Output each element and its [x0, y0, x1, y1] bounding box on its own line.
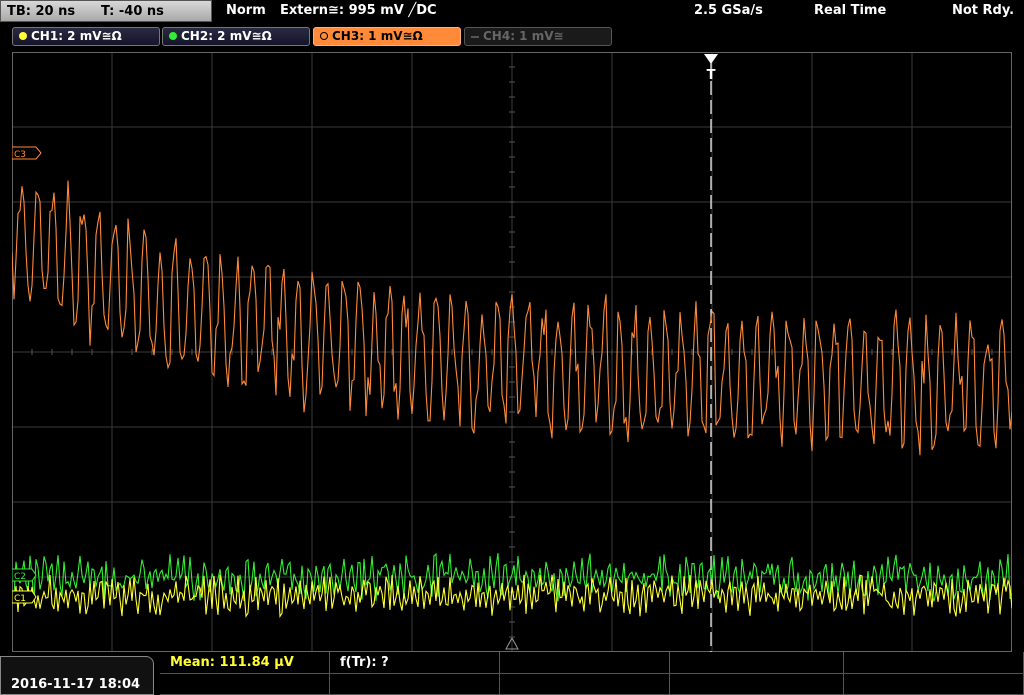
waveform-display[interactable]: T C3 C2 C1 — [12, 52, 1012, 652]
meas-cell-empty-6 — [500, 674, 670, 695]
meas-cell-empty-5 — [330, 674, 500, 695]
acquisition-mode: Real Time — [814, 3, 887, 18]
channel-tab-ch1[interactable]: CH1: 2 mV≅Ω — [12, 27, 160, 46]
meas-cell-empty-7 — [670, 674, 844, 695]
ch3-label: CH3: 1 mV≅Ω — [332, 29, 423, 43]
trigger-source[interactable]: Extern≅: 995 mV ╱DC — [280, 3, 437, 18]
ch1-offset-marker[interactable]: C1 — [12, 590, 37, 604]
ch1-color-dot — [19, 32, 27, 40]
ch1-label: CH1: 2 mV≅Ω — [31, 29, 122, 43]
ch3-marker-label: C3 — [14, 150, 26, 160]
datetime: 2016-11-17 18:04 — [11, 677, 141, 692]
ch2-offset-marker[interactable]: C2 — [12, 568, 37, 582]
frequency-measurement: f(Tr): ? — [340, 655, 389, 670]
ch4-label: CH4: 1 mV≅ — [483, 29, 564, 43]
trigger-mode[interactable]: Norm — [226, 3, 266, 18]
timebase-panel[interactable]: TB: 20 ns T: -40 ns — [0, 0, 212, 22]
meas-cell-empty-1 — [500, 652, 670, 674]
ch4-off-dash — [471, 36, 479, 38]
trigger-marker-label: T — [707, 68, 716, 83]
acquisition-status: Not Rdy. — [952, 3, 1015, 18]
bottom-bar: 2016-11-17 18:04 Mean: 111.84 µV f(Tr): … — [0, 652, 1024, 695]
meas-cell-empty-3 — [844, 652, 1024, 674]
meas-cell-empty-8 — [844, 674, 1024, 695]
ch2-color-dot — [169, 32, 177, 40]
mean-measurement: Mean: 111.84 µV — [170, 655, 294, 670]
measurement-table[interactable]: Mean: 111.84 µV f(Tr): ? — [160, 652, 1024, 695]
ch1-marker-label: C1 — [14, 594, 26, 604]
sample-rate: 2.5 GSa/s — [694, 3, 763, 18]
trigger-time-value: T: -40 ns — [101, 4, 164, 19]
channel-tab-ch4[interactable]: CH4: 1 mV≅ — [464, 27, 612, 46]
channel-tab-ch3[interactable]: CH3: 1 mV≅Ω — [313, 27, 461, 46]
top-status-bar: TB: 20 ns T: -40 ns Norm Extern≅: 995 mV… — [0, 0, 1024, 24]
ch3-offset-marker[interactable]: C3 — [12, 146, 42, 160]
datetime-panel: 2016-11-17 18:04 — [0, 656, 154, 695]
ch3-color-dot — [320, 32, 328, 40]
ch2-label: CH2: 2 mV≅Ω — [181, 29, 272, 43]
meas-cell-empty-2 — [670, 652, 844, 674]
channel-tab-ch2[interactable]: CH2: 2 mV≅Ω — [162, 27, 310, 46]
meas-cell-empty-4 — [160, 674, 330, 695]
ch2-marker-label: C2 — [14, 572, 26, 582]
timebase-value: TB: 20 ns — [7, 4, 76, 19]
